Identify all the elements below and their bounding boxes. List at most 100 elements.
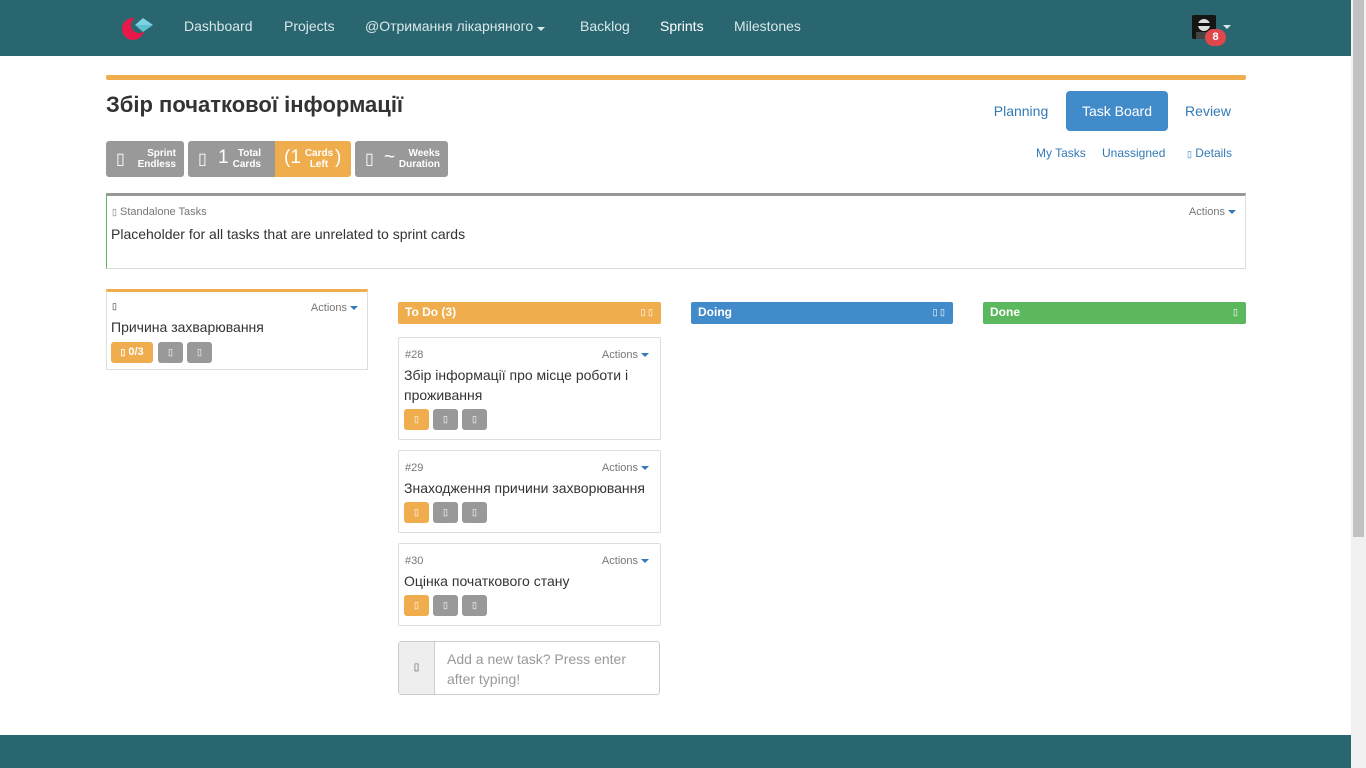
column-doing-title: Doing	[698, 305, 732, 319]
task-comment-button[interactable]: ▯	[433, 502, 458, 523]
standalone-heading: ▯ Standalone Tasks	[112, 206, 207, 218]
details-icon: ▯	[1187, 149, 1192, 159]
page-title: Збір початкової інформації	[106, 92, 404, 117]
task-actions-dropdown[interactable]: Actions	[602, 462, 649, 474]
edit-icon: ▯	[197, 347, 202, 357]
task-comment-button[interactable]: ▯	[433, 595, 458, 616]
task-edit-button[interactable]: ▯	[462, 595, 487, 616]
notification-badge[interactable]: 8	[1205, 29, 1226, 46]
task-status-button[interactable]: ▯	[404, 409, 429, 430]
status-icon: ▯	[414, 507, 419, 517]
task-card[interactable]: #29 Actions Знаходження причини захворюв…	[398, 450, 661, 533]
tasks-icon: ▯	[120, 347, 126, 357]
total-cards-stat: ▯ 1 Total Cards	[188, 141, 275, 177]
story-progress-button[interactable]: ▯ 0/3	[111, 342, 153, 363]
standalone-actions-dropdown[interactable]: Actions	[1189, 206, 1236, 218]
comment-icon: ▯	[443, 507, 448, 517]
nav-project-dropdown[interactable]: @Отримання лікарняного	[365, 17, 546, 35]
filter-my-tasks[interactable]: My Tasks	[1036, 146, 1086, 160]
story-card[interactable]: ▯ Actions Причина захварювання ▯ 0/3 ▯ ▯	[106, 289, 368, 370]
task-number: #28	[405, 349, 424, 361]
edit-icon: ▯	[472, 507, 477, 517]
weeks-label: Weeks	[408, 148, 440, 159]
cards-icon: ▯	[198, 151, 207, 168]
actions-label: Actions	[601, 555, 638, 567]
story-actions-dropdown[interactable]: Actions	[311, 302, 358, 314]
cards-label: Cards	[232, 159, 261, 170]
story-edit-button[interactable]: ▯	[187, 342, 212, 363]
total-label: Total	[237, 148, 261, 159]
cards-left-stat: (1 Cards Left )	[275, 141, 351, 177]
total-cards-value: 1	[218, 147, 229, 168]
cards-left-label-bottom: Left	[309, 159, 329, 170]
standalone-icon: ▯	[112, 207, 117, 217]
story-comment-button[interactable]: ▯	[158, 342, 183, 363]
task-comment-button[interactable]: ▯	[433, 409, 458, 430]
caret-down-icon	[641, 466, 649, 471]
caret-down-icon	[641, 353, 649, 358]
story-progress: 0/3	[128, 346, 144, 358]
column-todo-controls[interactable]: ▯ ▯	[641, 302, 653, 322]
nav-backlog[interactable]: Backlog	[580, 17, 630, 35]
nav-dashboard[interactable]: Dashboard	[184, 17, 253, 35]
column-done-header: Done ▯	[983, 302, 1246, 324]
sprint-label: Sprint	[147, 148, 176, 159]
task-status-button[interactable]: ▯	[404, 502, 429, 523]
actions-label: Actions	[601, 462, 638, 474]
task-edit-button[interactable]: ▯	[462, 409, 487, 430]
filter-unassigned[interactable]: Unassigned	[1102, 146, 1165, 160]
comment-icon: ▯	[168, 347, 173, 357]
caret-down-icon	[350, 306, 358, 311]
column-doing-controls[interactable]: ▯ ▯	[933, 302, 945, 322]
edit-icon: ▯	[472, 414, 477, 424]
chevron-down-icon	[537, 26, 546, 31]
story-icon: ▯	[112, 301, 117, 311]
tab-planning[interactable]: Planning	[981, 91, 1061, 131]
sprint-duration-stat: ▯ Sprint Endless	[106, 141, 184, 177]
tab-review[interactable]: Review	[1172, 91, 1244, 131]
column-todo-header: To Do (3) ▯ ▯	[398, 302, 661, 324]
column-todo-title: To Do (3)	[405, 305, 457, 319]
caret-down-icon	[641, 559, 649, 564]
task-title: Знаходження причини захворювання	[404, 480, 645, 496]
status-icon: ▯	[414, 414, 419, 424]
task-status-button[interactable]: ▯	[404, 595, 429, 616]
cards-left-value: (1	[284, 147, 301, 168]
column-done-title: Done	[990, 305, 1020, 319]
task-edit-button[interactable]: ▯	[462, 502, 487, 523]
standalone-title: Standalone Tasks	[120, 206, 207, 218]
task-actions-dropdown[interactable]: Actions	[602, 349, 649, 361]
edit-icon: ▯	[472, 600, 477, 610]
app-logo-icon[interactable]	[121, 14, 155, 42]
task-card[interactable]: #28 Actions Збір інформації про місце ро…	[398, 337, 661, 440]
add-task-icon: ▯	[399, 642, 435, 694]
actions-label: Actions	[310, 302, 347, 314]
details-toggle[interactable]: ▯ Details	[1187, 146, 1232, 160]
caret-down-icon	[1228, 210, 1236, 215]
task-actions-dropdown[interactable]: Actions	[602, 555, 649, 567]
nav-milestones[interactable]: Milestones	[734, 17, 801, 35]
task-title: Збір інформації про місце роботи і прожи…	[404, 367, 629, 403]
calendar-icon: ▯	[365, 151, 374, 168]
weeks-value: ~	[384, 147, 396, 168]
comment-icon: ▯	[443, 600, 448, 610]
sprint-icon: ▯	[116, 151, 125, 168]
cards-left-close: )	[335, 147, 342, 168]
tab-task-board[interactable]: Task Board	[1066, 91, 1168, 131]
status-icon: ▯	[414, 600, 419, 610]
page-scrollbar[interactable]	[1351, 0, 1366, 768]
column-done-controls[interactable]: ▯	[1233, 302, 1238, 322]
user-menu-chevron-icon[interactable]	[1223, 25, 1231, 29]
task-number: #30	[405, 555, 424, 567]
page-footer	[0, 735, 1351, 768]
add-task-field[interactable]: ▯ Add a new task? Press enter after typi…	[398, 641, 660, 695]
nav-projects[interactable]: Projects	[284, 17, 335, 35]
task-card[interactable]: #30 Actions Оцінка початкового стану ▯ ▯…	[398, 543, 661, 626]
duration-label: Duration	[398, 159, 440, 170]
scrollbar-thumb[interactable]	[1353, 0, 1364, 537]
sprint-status-rule	[106, 75, 1246, 80]
nav-sprints[interactable]: Sprints	[660, 17, 704, 35]
actions-label: Actions	[601, 349, 638, 361]
add-task-placeholder[interactable]: Add a new task? Press enter after typing…	[447, 649, 647, 689]
cards-left-label-top: Cards	[304, 148, 334, 159]
